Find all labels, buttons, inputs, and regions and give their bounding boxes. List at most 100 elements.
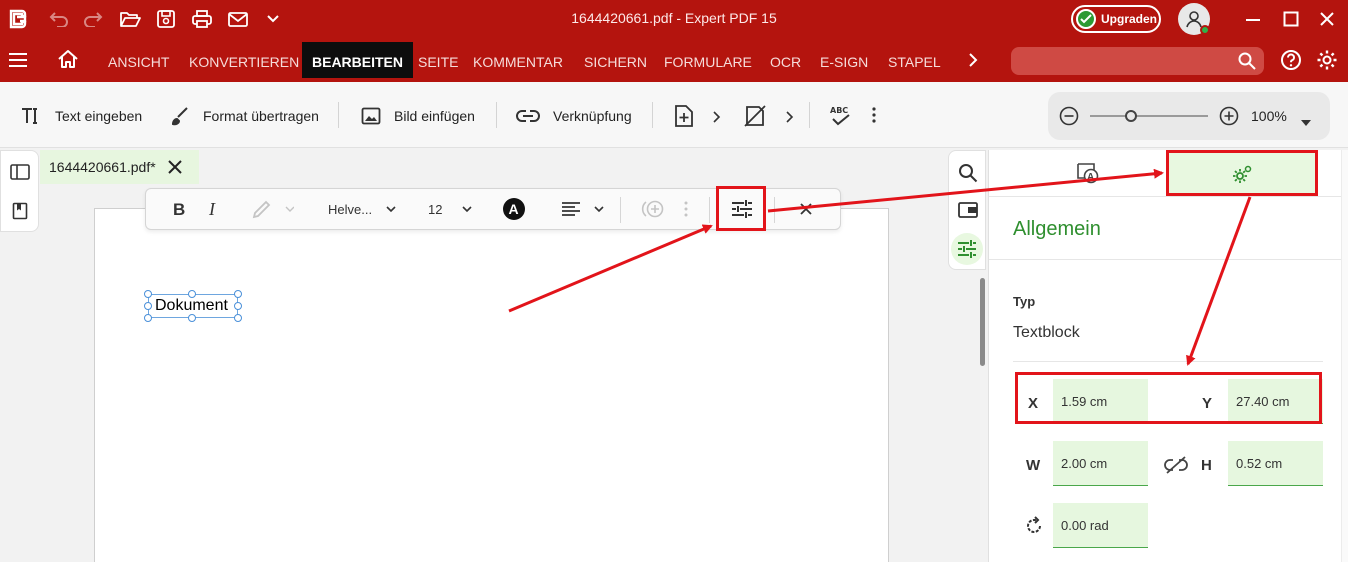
bold-button[interactable]: B bbox=[172, 189, 186, 229]
resize-handle[interactable] bbox=[144, 290, 152, 298]
close-window-button[interactable] bbox=[1319, 0, 1335, 38]
zoom-control: 100% bbox=[1048, 92, 1330, 140]
font-value: Helve... bbox=[328, 201, 373, 217]
add-page-icon[interactable] bbox=[674, 104, 694, 133]
zoom-in-icon[interactable] bbox=[1219, 106, 1239, 131]
alignment-select[interactable] bbox=[561, 189, 604, 229]
zoom-slider-track[interactable] bbox=[1090, 115, 1208, 117]
highlight-color-button[interactable] bbox=[250, 189, 294, 229]
settings-gear-icon[interactable] bbox=[1316, 49, 1338, 76]
crop-page-icon[interactable] bbox=[743, 104, 767, 133]
text-color-icon: A bbox=[503, 198, 525, 220]
maximize-button[interactable] bbox=[1283, 0, 1299, 38]
spellcheck-icon[interactable]: ABC bbox=[829, 104, 853, 133]
height-field[interactable]: 0.52 cm bbox=[1228, 441, 1323, 486]
close-icon bbox=[1320, 12, 1334, 26]
section-divider bbox=[989, 259, 1343, 260]
resize-handle[interactable] bbox=[188, 314, 196, 322]
more-options-icon[interactable] bbox=[683, 189, 689, 229]
rotation-field[interactable]: 0.00 rad bbox=[1053, 503, 1148, 548]
zoom-value[interactable]: 100% bbox=[1251, 108, 1287, 124]
section-title: Allgemein bbox=[1013, 218, 1101, 240]
zoom-out-icon[interactable] bbox=[1059, 106, 1079, 131]
sliders-icon bbox=[958, 240, 976, 258]
font-size-select[interactable]: 12 bbox=[428, 189, 473, 229]
home-icon[interactable] bbox=[57, 49, 79, 74]
pdf-page[interactable] bbox=[94, 208, 889, 562]
svg-text:ABC: ABC bbox=[830, 106, 848, 115]
ribbon-divider bbox=[652, 102, 653, 128]
svg-text:I: I bbox=[208, 201, 216, 217]
zoom-dropdown-icon[interactable] bbox=[1301, 113, 1311, 131]
resize-handle[interactable] bbox=[144, 314, 152, 322]
resize-handle[interactable] bbox=[188, 290, 196, 298]
properties-panel-toggle[interactable] bbox=[951, 233, 983, 265]
add-circle-icon bbox=[641, 200, 664, 218]
unlink-aspect-icon[interactable] bbox=[1163, 455, 1189, 480]
link-button[interactable]: Verknüpfung bbox=[516, 102, 632, 130]
add-field-button[interactable] bbox=[640, 189, 668, 229]
search-icon[interactable] bbox=[958, 163, 978, 188]
document-scrollbar[interactable] bbox=[980, 278, 985, 366]
font-select[interactable]: Helve... bbox=[328, 189, 396, 229]
text-cursor-icon bbox=[22, 108, 37, 124]
tab-ansicht[interactable]: ANSICHT bbox=[98, 42, 179, 78]
width-field[interactable]: 2.00 cm bbox=[1053, 441, 1148, 486]
help-icon[interactable] bbox=[1280, 49, 1302, 76]
rotate-icon bbox=[1024, 516, 1044, 541]
tab-formulare[interactable]: FORMULARE bbox=[654, 42, 762, 78]
text-input-label: Text eingeben bbox=[55, 108, 143, 124]
tab-konvertieren[interactable]: KONVERTIEREN bbox=[179, 42, 309, 78]
close-toolbar-button[interactable] bbox=[800, 189, 812, 229]
toolbar-divider bbox=[774, 197, 775, 223]
chevron-right-icon[interactable] bbox=[968, 53, 978, 72]
w-label: W bbox=[1026, 457, 1041, 474]
tab-ocr[interactable]: OCR bbox=[760, 42, 811, 78]
italic-button[interactable]: I bbox=[207, 189, 221, 229]
resize-handle[interactable] bbox=[234, 314, 242, 322]
italic-icon: I bbox=[208, 201, 216, 217]
image-icon bbox=[361, 107, 381, 125]
upgrade-button[interactable]: Upgraden bbox=[1071, 5, 1161, 33]
panel-icon[interactable] bbox=[958, 201, 978, 224]
highlighter-icon bbox=[252, 200, 294, 219]
user-avatar[interactable] bbox=[1178, 3, 1210, 35]
chevron-right-icon[interactable] bbox=[713, 110, 721, 128]
insert-image-button[interactable]: Bild einfügen bbox=[361, 102, 475, 130]
right-tool-strip bbox=[948, 150, 986, 270]
svg-text:A: A bbox=[1087, 172, 1094, 183]
tab-e-sign[interactable]: E-SIGN bbox=[810, 42, 878, 78]
more-options-icon[interactable] bbox=[871, 106, 877, 129]
online-status-dot bbox=[1200, 25, 1210, 35]
zoom-slider-thumb[interactable] bbox=[1125, 110, 1137, 122]
resize-handle[interactable] bbox=[234, 290, 242, 298]
section-divider bbox=[1013, 361, 1323, 362]
chevron-right-icon[interactable] bbox=[786, 110, 794, 128]
search-icon bbox=[1238, 52, 1256, 75]
format-transfer-button[interactable]: Format übertragen bbox=[170, 102, 319, 130]
tab-sichern[interactable]: SICHERN bbox=[574, 42, 657, 78]
search-input[interactable] bbox=[1011, 47, 1264, 75]
chevron-down-icon bbox=[462, 206, 473, 213]
close-tab-icon[interactable] bbox=[168, 160, 182, 177]
text-input-button[interactable]: Text eingeben bbox=[20, 102, 142, 130]
resize-handle[interactable] bbox=[144, 302, 152, 310]
sidebar-toggle-icon[interactable] bbox=[10, 164, 30, 185]
hamburger-menu-icon[interactable] bbox=[8, 52, 28, 73]
link-label: Verknüpfung bbox=[553, 108, 632, 124]
panel-scrollbar[interactable] bbox=[1341, 150, 1348, 562]
bookmark-icon[interactable] bbox=[12, 202, 28, 225]
tab-bearbeiten[interactable]: BEARBEITEN bbox=[302, 42, 414, 78]
highlight-box-position-fields bbox=[1015, 372, 1322, 424]
minimize-icon bbox=[1246, 19, 1260, 21]
tab-seite[interactable]: SEITE bbox=[408, 42, 468, 78]
tab-kommentar[interactable]: KOMMENTAR bbox=[463, 42, 573, 78]
resize-handle[interactable] bbox=[234, 302, 242, 310]
check-icon bbox=[1076, 9, 1096, 29]
properties-panel: A Allgemein Typ Textblock X 1.59 cm Y 27… bbox=[988, 150, 1348, 562]
text-properties-tab-icon[interactable]: A bbox=[1076, 162, 1100, 189]
minimize-button[interactable] bbox=[1245, 0, 1261, 38]
text-color-button[interactable]: A bbox=[502, 189, 526, 229]
tab-stapel[interactable]: STAPEL bbox=[878, 42, 951, 78]
document-tab[interactable]: 1644420661.pdf* bbox=[40, 150, 199, 184]
